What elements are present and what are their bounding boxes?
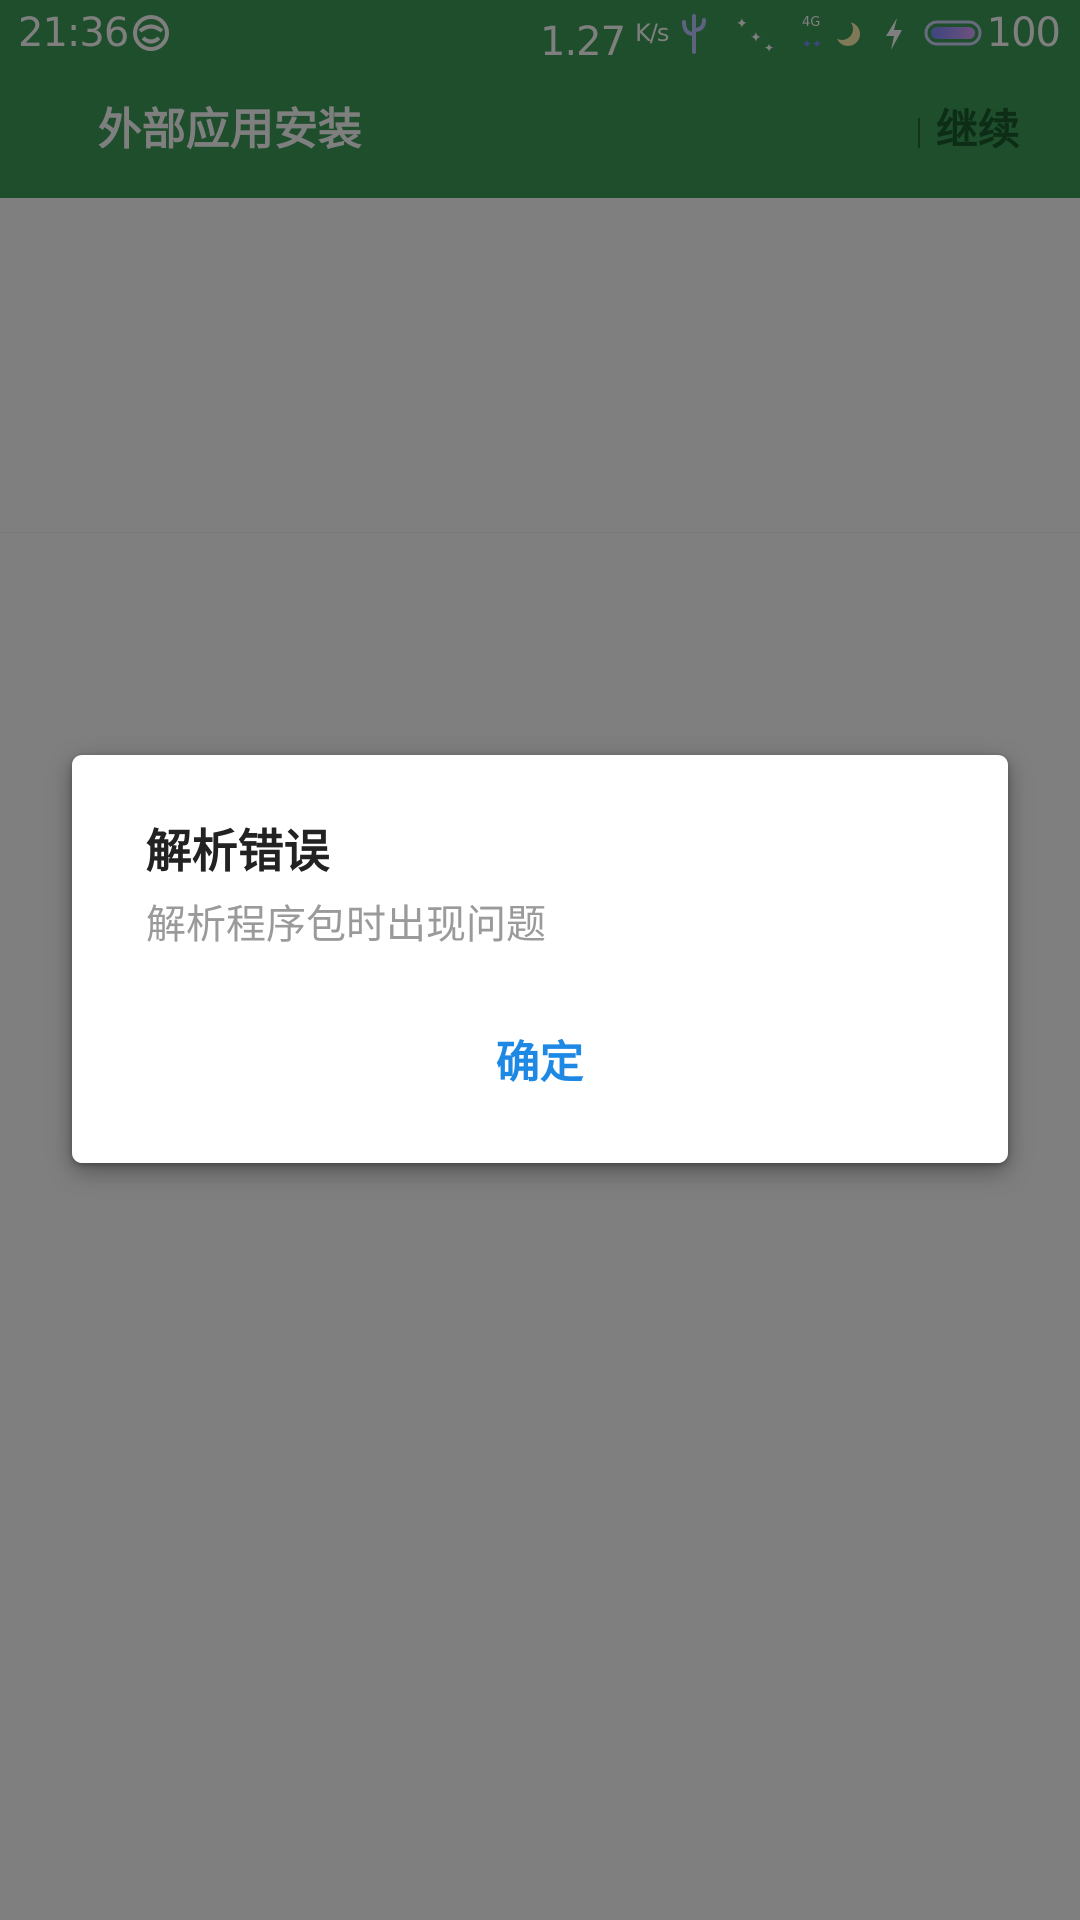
parse-error-dialog: 解析错误 解析程序包时出现问题 确定 (72, 755, 1008, 1163)
dialog-title: 解析错误 (146, 824, 330, 878)
ok-button[interactable]: 确定 (72, 1025, 1008, 1101)
dialog-message: 解析程序包时出现问题 (146, 902, 546, 948)
